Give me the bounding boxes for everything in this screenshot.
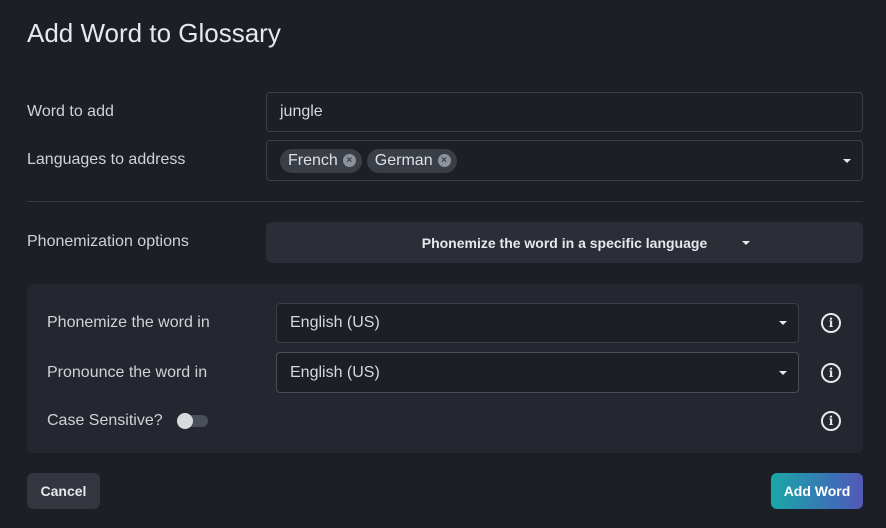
language-chip-french: French ×: [280, 148, 362, 173]
info-circle-icon[interactable]: i: [821, 363, 841, 383]
language-chip-label: German: [374, 151, 433, 169]
cancel-button[interactable]: Cancel: [27, 473, 100, 509]
add-word-button[interactable]: Add Word: [771, 473, 863, 509]
phonemization-selected: Phonemize the word in a specific languag…: [421, 234, 708, 251]
phonemize-in-label: Phonemize the word in: [47, 314, 210, 331]
toggle-knob: [177, 413, 193, 429]
close-circle-icon[interactable]: ×: [342, 154, 356, 167]
pronounce-in-value: English (US): [290, 363, 380, 381]
caret-down-icon: [742, 240, 750, 245]
word-label: Word to add: [27, 103, 114, 120]
pronounce-in-label: Pronounce the word in: [47, 364, 208, 381]
word-input[interactable]: jungle: [266, 92, 863, 132]
phonemization-label: Phonemization options: [27, 233, 189, 250]
info-circle-icon[interactable]: i: [821, 313, 841, 333]
case-sensitive-label: Case Sensitive?: [47, 412, 163, 429]
close-circle-icon[interactable]: ×: [437, 154, 451, 167]
word-input-value: jungle: [280, 103, 323, 120]
language-chip-german: German ×: [366, 148, 457, 173]
case-sensitive-toggle[interactable]: [177, 413, 208, 429]
languages-label: Languages to address: [27, 151, 186, 168]
languages-multiselect[interactable]: French × German ×: [266, 140, 863, 181]
caret-down-icon: [779, 321, 787, 325]
phonemize-in-value: English (US): [290, 314, 380, 331]
phonemize-in-select[interactable]: English (US): [276, 303, 799, 343]
divider: [27, 201, 863, 202]
language-chip-label: French: [288, 151, 338, 169]
dialog-title: Add Word to Glossary: [27, 18, 281, 48]
caret-down-icon: [779, 370, 787, 375]
caret-down-icon[interactable]: [843, 158, 851, 163]
phonemization-dropdown[interactable]: Phonemize the word in a specific languag…: [266, 222, 863, 263]
info-circle-icon[interactable]: i: [821, 411, 841, 431]
pronounce-in-select[interactable]: English (US): [276, 352, 799, 393]
